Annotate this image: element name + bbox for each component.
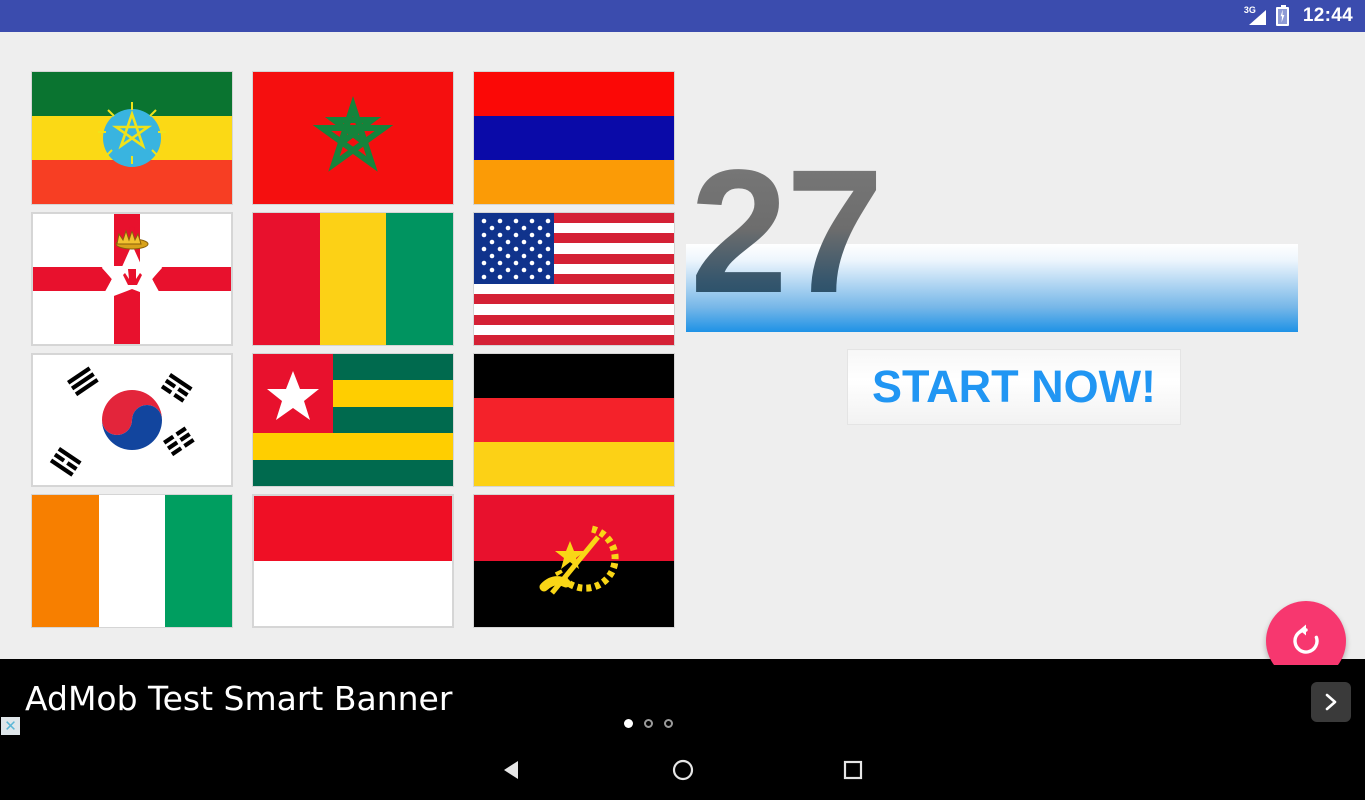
flag-guinea[interactable]	[253, 213, 453, 345]
band	[474, 116, 674, 160]
start-now-button[interactable]: START NOW!	[848, 350, 1180, 424]
flag-cell[interactable]	[253, 491, 453, 631]
nav-home-button[interactable]	[633, 740, 733, 800]
flag-cell[interactable]	[474, 209, 674, 349]
ethiopia-star	[98, 102, 166, 164]
flag-ethiopia[interactable]	[32, 72, 232, 204]
band	[165, 495, 232, 627]
flag-cell[interactable]	[474, 491, 674, 631]
flag-armenia[interactable]	[474, 72, 674, 204]
flag-grid	[32, 68, 674, 631]
flag-cell[interactable]	[32, 350, 232, 490]
android-navigation-bar	[0, 740, 1365, 800]
game-screen: 27 START NOW!	[0, 32, 1365, 681]
status-bar-clock: 12:44	[1302, 5, 1353, 26]
morocco-pentagram	[312, 96, 394, 172]
nav-back-button[interactable]	[463, 740, 563, 800]
flag-togo[interactable]	[253, 354, 453, 486]
home-circle-icon	[672, 759, 694, 781]
ad-close-button[interactable]: ✕	[1, 717, 20, 735]
nav-recents-button[interactable]	[803, 740, 903, 800]
band	[474, 354, 674, 398]
band	[254, 561, 452, 626]
flag-germany[interactable]	[474, 354, 674, 486]
band	[32, 495, 99, 627]
status-bar: 3G 12:44	[0, 0, 1365, 32]
flag-northern-ireland[interactable]	[32, 213, 232, 345]
angola-emblem	[539, 525, 619, 595]
band	[474, 398, 674, 442]
chevron-right-icon	[1325, 693, 1337, 711]
flag-south-korea[interactable]	[32, 354, 232, 486]
restart-icon	[1293, 624, 1319, 654]
flag-cell[interactable]	[253, 350, 453, 490]
flag-angola[interactable]	[474, 495, 674, 627]
band	[474, 72, 674, 116]
flag-cell[interactable]	[253, 209, 453, 349]
ulster-star-emblem	[100, 226, 164, 301]
togo-star	[267, 371, 319, 420]
band	[386, 213, 453, 345]
band	[253, 213, 320, 345]
ad-banner[interactable]: AdMob Test Smart Banner ✕	[0, 665, 1365, 740]
ad-next-button[interactable]	[1311, 682, 1351, 722]
band	[319, 213, 387, 345]
device-screen: 3G 12:44 27 START NOW! AdMob Test Smart …	[0, 0, 1365, 800]
ad-dot-2[interactable]	[644, 719, 653, 728]
flag-cell[interactable]	[32, 491, 232, 631]
flag-cell[interactable]	[474, 350, 674, 490]
recents-square-icon	[843, 760, 863, 780]
flag-morocco[interactable]	[253, 72, 453, 204]
flag-united-states[interactable]	[474, 213, 674, 345]
band	[474, 160, 674, 204]
status-bar-icons: 3G 12:44	[1244, 4, 1353, 27]
back-triangle-icon	[504, 761, 518, 779]
flag-cell[interactable]	[253, 68, 453, 208]
signal-bars	[1248, 10, 1266, 25]
flag-cell[interactable]	[474, 68, 674, 208]
ad-banner-text: AdMob Test Smart Banner	[25, 679, 453, 718]
ad-pagination-dots[interactable]	[624, 719, 673, 728]
band	[474, 442, 674, 486]
band	[254, 496, 452, 561]
signal-3g-icon: 3G	[1244, 6, 1266, 25]
ad-dot-1[interactable]	[624, 719, 633, 728]
flag-cell[interactable]	[32, 68, 232, 208]
battery-charging-icon	[1275, 4, 1289, 26]
korea-emblem	[49, 366, 195, 477]
band	[98, 495, 166, 627]
usa-stars	[481, 218, 551, 280]
flag-indonesia[interactable]	[253, 495, 453, 627]
flag-ivory-coast[interactable]	[32, 495, 232, 627]
score-number: 27	[690, 134, 884, 330]
ad-dot-3[interactable]	[664, 719, 673, 728]
flag-cell[interactable]	[32, 209, 232, 349]
